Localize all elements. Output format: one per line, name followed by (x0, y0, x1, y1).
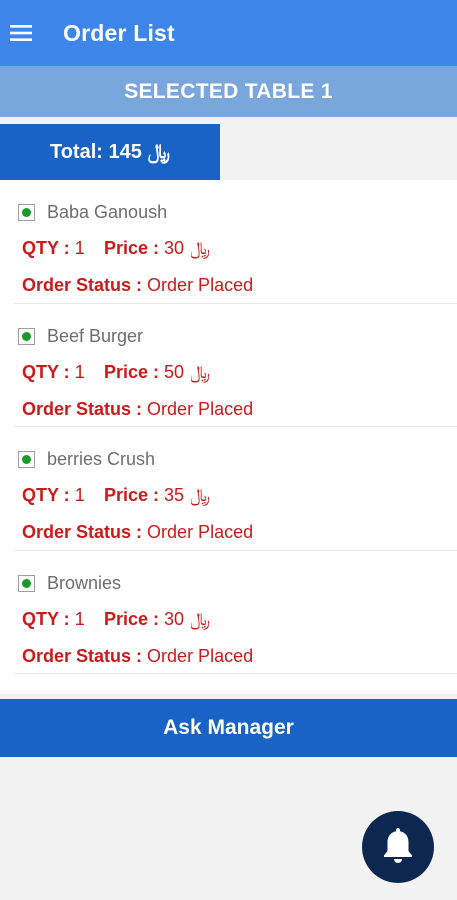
price-label: Price : (104, 608, 160, 629)
status-label: Order Status : (22, 398, 143, 419)
price-value: 50 (164, 361, 185, 382)
item-name: berries Crush (47, 449, 156, 469)
list-item[interactable]: berries Crush QTY : 1 Price : 35 ﷼ Order … (14, 427, 457, 551)
price-value: 30 (164, 608, 185, 629)
item-name: Baba Ganoush (47, 202, 168, 222)
item-name: Brownies (47, 572, 122, 593)
currency-symbol: ﷼ (190, 238, 211, 258)
order-list: Baba Ganoush QTY : 1 Price : 30 ﷼ Order S… (0, 180, 457, 694)
status-value: Order Placed (147, 522, 254, 542)
hamburger-menu-icon[interactable] (0, 0, 60, 66)
list-item[interactable]: Beef Burger QTY : 1 Price : 50 ﷼ Order St… (14, 304, 457, 427)
app-bar: Order List (0, 0, 457, 66)
veg-indicator-icon (18, 327, 35, 345)
list-item[interactable]: Brownies QTY : 1 Price : 30 ﷼ Order Statu… (14, 551, 457, 674)
ask-manager-button[interactable]: Ask Manager (0, 699, 457, 757)
currency-symbol: ﷼ (190, 361, 211, 382)
item-name: Beef Burger (47, 325, 144, 346)
status-value: Order Placed (147, 275, 254, 295)
bell-icon (382, 826, 414, 869)
status-label: Order Status : (22, 522, 143, 542)
list-item[interactable]: Baba Ganoush QTY : 1 Price : 30 ﷼ Order S… (14, 180, 457, 304)
qty-label: QTY : (22, 238, 70, 258)
currency-symbol: ﷼ (147, 140, 170, 163)
total-amount: Total: 145 ﷼ (0, 124, 220, 180)
selected-table-banner: SELECTED TABLE 1 (0, 66, 457, 117)
currency-symbol: ﷼ (190, 485, 211, 505)
veg-indicator-icon (18, 451, 35, 468)
qty-value: 1 (74, 238, 85, 258)
qty-label: QTY : (22, 361, 70, 382)
price-label: Price : (104, 361, 160, 382)
qty-label: QTY : (22, 485, 70, 505)
page-title: Order List (63, 19, 175, 46)
qty-label: QTY : (22, 608, 70, 629)
total-label: Total: 145 (49, 140, 142, 163)
veg-indicator-icon (18, 204, 35, 221)
status-label: Order Status : (22, 645, 143, 666)
price-label: Price : (104, 485, 160, 505)
status-value: Order Placed (147, 645, 254, 666)
status-value: Order Placed (147, 398, 254, 419)
qty-value: 1 (74, 485, 85, 505)
qty-value: 1 (74, 608, 85, 629)
price-value: 30 (164, 238, 185, 258)
status-label: Order Status : (22, 275, 143, 295)
qty-value: 1 (74, 361, 85, 382)
veg-indicator-icon (18, 574, 35, 592)
price-label: Price : (104, 238, 160, 258)
currency-symbol: ﷼ (190, 608, 211, 629)
bell-button[interactable] (362, 811, 434, 883)
price-value: 35 (164, 485, 185, 505)
